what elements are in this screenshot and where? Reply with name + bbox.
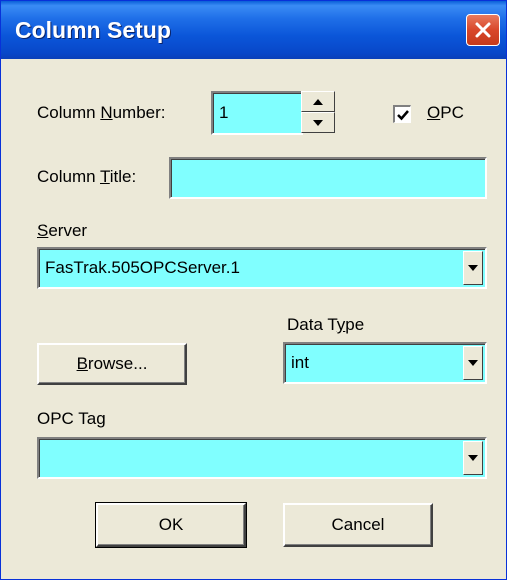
spin-up-button[interactable] [301, 91, 335, 112]
data-type-dropdown-button[interactable] [463, 346, 483, 380]
column-number-label: Column Number: [37, 103, 166, 122]
opc-checkbox[interactable] [393, 105, 411, 123]
window-title: Column Setup [15, 17, 171, 43]
opc-tag-dropdown[interactable] [37, 437, 487, 479]
chevron-down-icon [468, 265, 478, 271]
browse-button[interactable]: Browse... [37, 343, 187, 385]
column-title-input[interactable] [169, 157, 487, 199]
browse-button-label: Browse... [76, 354, 148, 373]
data-type-label: Data Type [287, 315, 365, 334]
checkmark-icon [396, 109, 409, 120]
server-label: Server [37, 221, 88, 240]
title-bar[interactable]: Column Setup [1, 1, 506, 59]
column-number-input[interactable]: 1 [211, 91, 303, 135]
ok-button[interactable]: OK [95, 502, 247, 548]
column-number-value: 1 [219, 103, 229, 122]
server-dropdown[interactable]: FasTrak.505OPCServer.1 [37, 247, 487, 289]
opc-checkbox-label[interactable]: OPC [427, 103, 464, 123]
spin-down-button[interactable] [301, 112, 335, 133]
column-title-label: Column Title: [37, 167, 137, 186]
data-type-dropdown[interactable]: int [283, 342, 487, 384]
arrow-down-icon [313, 119, 323, 126]
opc-tag-label: OPC Tag [37, 409, 106, 428]
chevron-down-icon [468, 455, 478, 461]
data-type-value: int [291, 353, 309, 372]
close-button[interactable] [466, 14, 500, 46]
cancel-button[interactable]: Cancel [283, 503, 433, 547]
column-number-spinner[interactable] [301, 91, 335, 133]
chevron-down-icon [468, 360, 478, 366]
server-dropdown-button[interactable] [463, 251, 483, 285]
opc-tag-dropdown-button[interactable] [463, 441, 483, 475]
column-setup-dialog: Column Setup Column Number: 1 OPC Column… [0, 0, 507, 580]
server-value: FasTrak.505OPCServer.1 [45, 258, 240, 277]
close-icon [475, 22, 491, 38]
arrow-up-icon [313, 98, 323, 105]
